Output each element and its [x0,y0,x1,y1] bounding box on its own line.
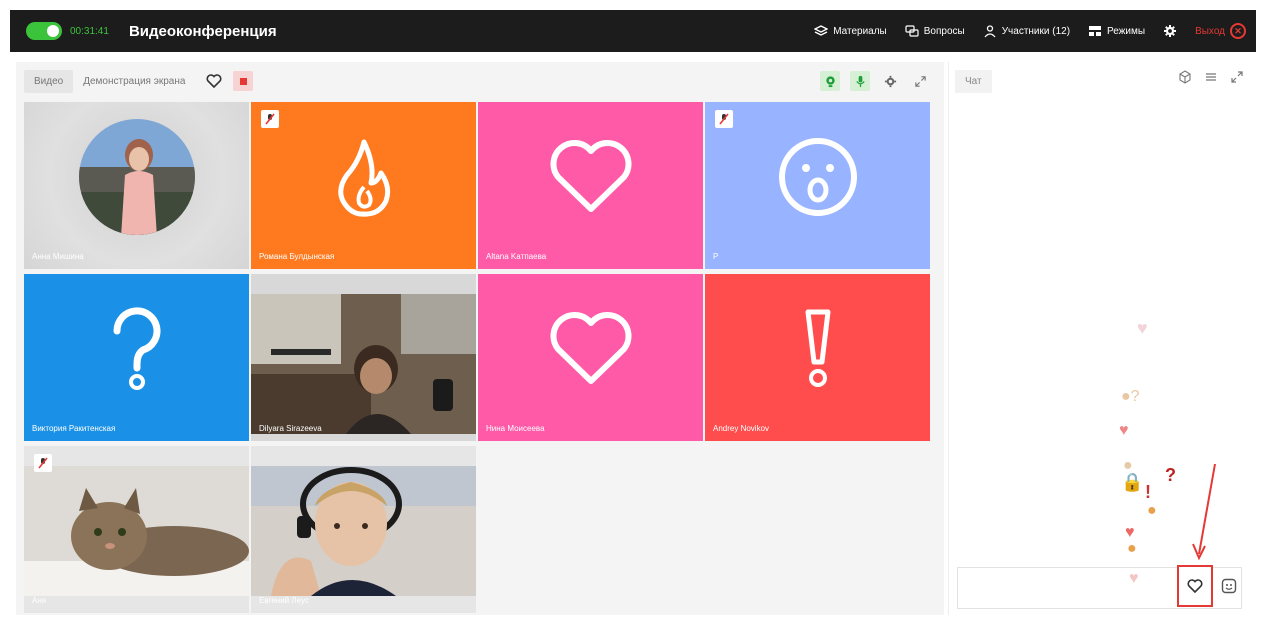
user-icon [984,25,996,38]
close-icon: ✕ [1230,23,1246,39]
question-icon [112,307,160,391]
participant-tile[interactable]: Виктория Ракитенская [24,274,249,441]
mic-off-icon [34,454,52,472]
questions-button[interactable]: Вопросы [905,24,965,38]
participant-name: Виктория Ракитенская [32,424,116,433]
layers-icon [814,25,829,36]
participant-tile[interactable]: Аня [24,446,249,613]
materials-label: Материалы [833,25,887,37]
participant-tile[interactable]: Dilyara Sirazeeva [251,274,476,441]
heart-icon[interactable] [203,70,225,92]
video-panel: Видео Демонстрация экрана Анна Мишина Ро… [16,62,944,615]
modes-button[interactable]: Режимы [1088,24,1145,38]
participant-tile[interactable]: Andrey Novikov [705,274,930,441]
gear-icon [1164,25,1177,37]
stop-button[interactable] [233,71,254,91]
cube-icon[interactable] [1178,70,1192,84]
heart-icon [550,140,631,213]
settings-button[interactable] [1163,24,1177,38]
avatar [78,119,195,236]
modes-label: Режимы [1107,25,1146,37]
exclamation-icon [805,309,830,388]
microphone-button[interactable] [850,71,870,91]
participant-tile[interactable]: Евгений Леус [251,446,476,613]
chat-bubbles-icon [905,25,919,37]
mic-off-icon [261,110,279,128]
floating-reaction-icon: 🔒 [1121,472,1144,492]
expand-icon [914,75,926,87]
participant-tile[interactable]: Анна Мишина [24,102,249,269]
questions-label: Вопросы [923,25,965,37]
participants-label: Участники (12) [1001,25,1071,37]
participant-tile[interactable]: Романа Булдынская [251,102,476,269]
recording-toggle[interactable] [26,22,62,40]
video-toolbar: Видео Демонстрация экрана [16,62,944,100]
materials-button[interactable]: Материалы [814,24,887,38]
heart-reaction-button[interactable] [1177,565,1213,607]
fullscreen-button[interactable] [910,71,930,91]
heart-icon [1187,579,1203,594]
participant-tile[interactable]: Нина Моисеева [478,274,703,441]
video-feed [251,294,476,434]
microphone-icon [855,75,865,87]
emoji-button[interactable] [1219,575,1239,597]
stop-icon [239,77,247,85]
tab-screen-share[interactable]: Демонстрация экрана [73,70,195,93]
smiley-icon [1221,578,1237,594]
video-settings-button[interactable] [880,71,900,91]
gear-icon [884,75,896,87]
grid-icon [1089,26,1102,36]
participants-button[interactable]: Участники (12) [983,24,1070,38]
floating-reaction-icon: ● [1127,540,1137,557]
participant-name: Andrey Novikov [713,424,770,433]
participant-name: P [713,252,719,261]
top-bar: 00:31:41 Видеоконференция Материалы Вопр… [10,10,1256,52]
floating-reaction-icon: ♥ [1119,422,1129,439]
floating-exclaim-icon: ! [1145,482,1151,502]
participant-name: Евгений Леус [259,596,309,605]
participant-name: Аня [32,596,47,605]
camera-button[interactable] [820,71,840,91]
chat-panel: Чат ♥ ●? ♥ ● 🔒 ? ! ● ♥ ● ♥ [948,62,1254,615]
exit-label: Выход [1195,25,1225,37]
participant-name: Dilyara Sirazeeva [259,424,322,433]
participant-tile[interactable]: P [705,102,930,269]
page-title: Видеоконференция [128,22,277,40]
fire-icon [337,139,390,217]
expand-icon[interactable] [1230,70,1244,84]
video-feed [24,466,249,596]
call-timer: 00:31:41 [70,25,109,37]
floating-reaction-icon: ●? [1121,388,1140,405]
heart-icon [550,312,631,385]
floating-heart-icon: ♥ [1137,318,1148,338]
tab-video[interactable]: Видео [24,69,74,93]
floating-question-icon: ? [1165,465,1176,485]
exit-button[interactable]: Выход ✕ [1195,23,1246,39]
annotation-arrow [1192,463,1216,561]
floating-reaction-icon: ● [1147,502,1157,519]
participant-name: Романа Булдынская [259,252,335,261]
mic-off-icon [715,110,733,128]
menu-icon[interactable] [1204,70,1218,84]
video-feed [251,466,476,596]
wow-face-icon [778,138,857,217]
tab-chat[interactable]: Чат [955,70,992,93]
participant-name: Altana Kaтпаева [486,252,547,261]
participant-name: Нина Моисеева [486,424,545,433]
participant-tile[interactable]: Altana Kaтпаева [478,102,703,269]
camera-icon [825,75,835,87]
participant-name: Анна Мишина [32,252,84,261]
